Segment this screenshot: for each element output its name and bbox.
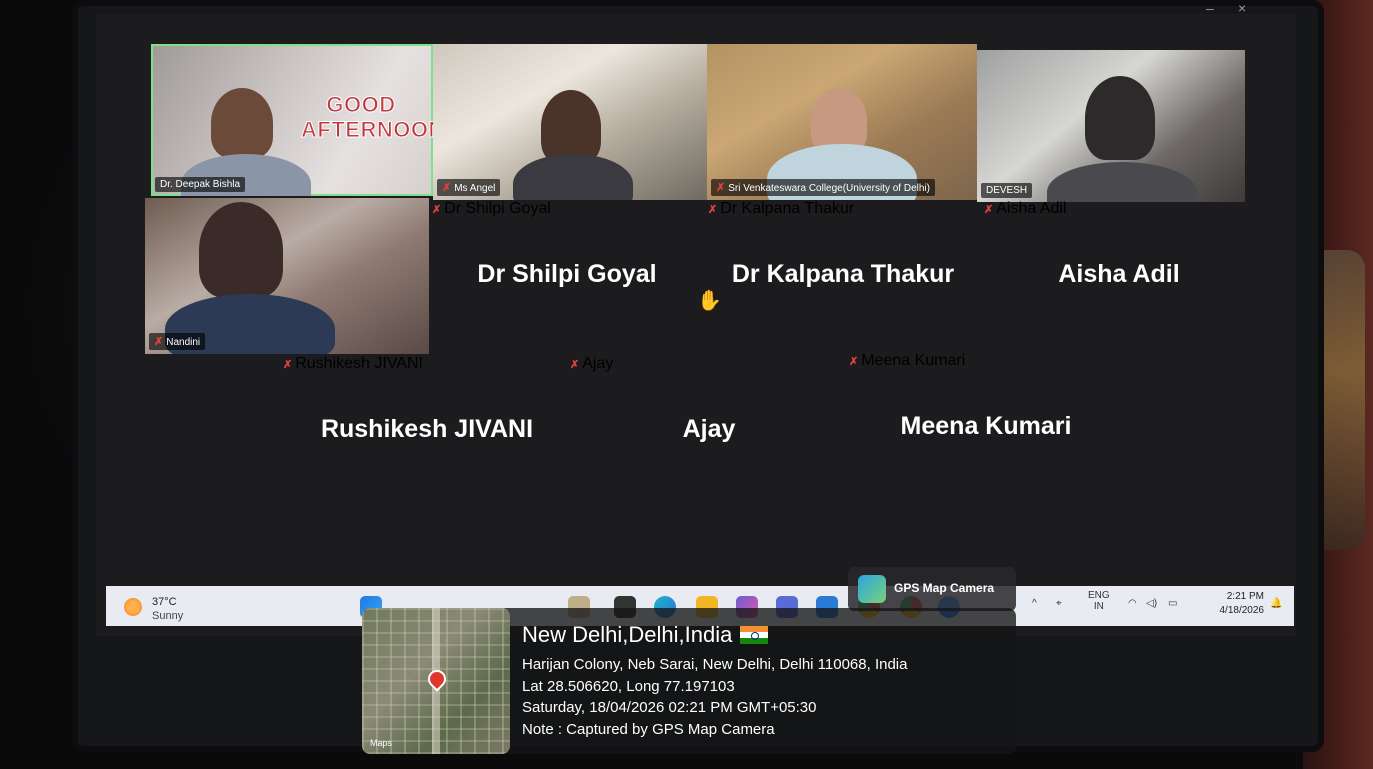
chevron-up-icon[interactable]: ^ (1032, 598, 1037, 609)
participant-name-tag: ✗ Meena Kumari (849, 352, 966, 369)
mic-muted-icon: ✗ (708, 204, 718, 216)
participant-display-name: Rushikesh JIVANI (320, 415, 534, 443)
participant-video (211, 88, 273, 158)
hand-cursor-icon: ✋ (697, 290, 722, 312)
participant-display-name: Ajay (682, 415, 736, 443)
battery-icon[interactable]: ▭ (1168, 598, 1177, 609)
wifi-icon[interactable]: ◠ (1128, 598, 1137, 609)
video-tile[interactable]: GOOD AFTERNOON Dr. Deepak Bishla (151, 44, 433, 196)
participant-name-tag: ✗ Rushikesh JIVANI (283, 355, 423, 372)
clock-time[interactable]: 2:21 PM (1214, 591, 1264, 602)
mic-muted-icon: ✗ (716, 182, 726, 194)
participant-video (1085, 76, 1155, 160)
participant-tile[interactable]: Dr Kalpana Thakur ✗ Dr Kalpana Thakur (708, 200, 978, 350)
participant-name-tag: ✗ Nandini (149, 333, 206, 350)
mic-muted-icon: ✗ (442, 182, 452, 194)
gps-note: Note : Captured by GPS Map Camera (522, 721, 775, 738)
participant-name-tag: ✗ Dr Kalpana Thakur (708, 200, 855, 217)
minimize-icon[interactable]: – (1206, 0, 1214, 16)
participant-video (541, 90, 601, 164)
participant-tile[interactable]: Dr Shilpi Goyal ✗ Dr Shilpi Goyal (432, 200, 702, 350)
weather-temperature[interactable]: 37°C (152, 596, 177, 608)
gps-address: Harijan Colony, Neb Sarai, New Delhi, De… (522, 656, 908, 673)
mic-muted-icon: ✗ (432, 204, 442, 216)
mic-muted-icon: ✗ (849, 356, 859, 368)
clock-date[interactable]: 4/18/2026 (1204, 605, 1265, 616)
participant-video (199, 202, 283, 298)
participant-display-name: Aisha Adil (1058, 260, 1180, 288)
notification-icon[interactable]: 🔔 (1270, 598, 1282, 609)
mic-muted-icon: ✗ (154, 336, 164, 348)
participant-name-tag: ✗ Aisha Adil (984, 200, 1067, 217)
mic-muted-icon: ✗ (570, 359, 580, 371)
location-icon[interactable]: ⌖ (1056, 598, 1062, 609)
good-afternoon-sign: GOOD AFTERNOON (301, 91, 434, 143)
map-thumbnail: Maps (362, 608, 510, 754)
participant-name-tag: DEVESH (981, 183, 1033, 198)
gps-location-title: New Delhi,Delhi,India (522, 622, 769, 648)
participant-tile[interactable]: Rushikesh JIVANI ✗ Rushikesh JIVANI (283, 355, 571, 505)
gps-map-camera-icon (858, 575, 886, 603)
video-tile[interactable]: DEVESH (977, 50, 1245, 202)
gps-coordinates: Lat 28.506620, Long 77.197103 (522, 678, 735, 695)
volume-icon[interactable]: ◁) (1146, 598, 1157, 609)
participant-display-name: Dr Kalpana Thakur (731, 260, 955, 288)
participant-name-tag: ✗ Dr Shilpi Goyal (432, 200, 551, 217)
participant-display-name: Dr Shilpi Goyal (477, 260, 657, 288)
gps-datetime: Saturday, 18/04/2026 02:21 PM GMT+05:30 (522, 699, 817, 716)
participant-name-tag: ✗ Ajay (570, 355, 614, 372)
video-tile[interactable]: ✗ Ms Angel (433, 44, 707, 200)
video-tile[interactable]: ✗ Sri Venkateswara College(University of … (707, 44, 977, 200)
participant-name-tag: Dr. Deepak Bishla (155, 177, 246, 192)
participant-tile[interactable]: Aisha Adil ✗ Aisha Adil (984, 200, 1254, 350)
weather-description[interactable]: Sunny (152, 610, 183, 622)
india-flag-icon (740, 626, 769, 644)
participant-tile[interactable]: Meena Kumari ✗ Meena Kumari (849, 352, 1123, 502)
participant-shirt (513, 154, 633, 200)
map-pin-icon (424, 666, 450, 692)
participant-tile[interactable]: Ajay ✗ Ajay (570, 355, 848, 505)
close-icon[interactable]: × (1238, 0, 1246, 16)
participant-display-name: Meena Kumari (900, 412, 1072, 440)
sun-icon[interactable] (124, 598, 142, 616)
language-indicator[interactable]: ENG IN (1088, 590, 1110, 612)
mic-muted-icon: ✗ (984, 204, 994, 216)
taskbar-tooltip: GPS Map Camera (848, 567, 1016, 611)
mic-muted-icon: ✗ (283, 359, 293, 371)
participant-name-tag: ✗ Ms Angel (437, 179, 501, 196)
participant-shirt (1047, 162, 1197, 202)
video-tile[interactable]: ✗ Nandini (145, 198, 429, 354)
participant-name-tag: ✗ Sri Venkateswara College(University of … (711, 179, 935, 196)
maps-label: Maps (370, 738, 393, 748)
